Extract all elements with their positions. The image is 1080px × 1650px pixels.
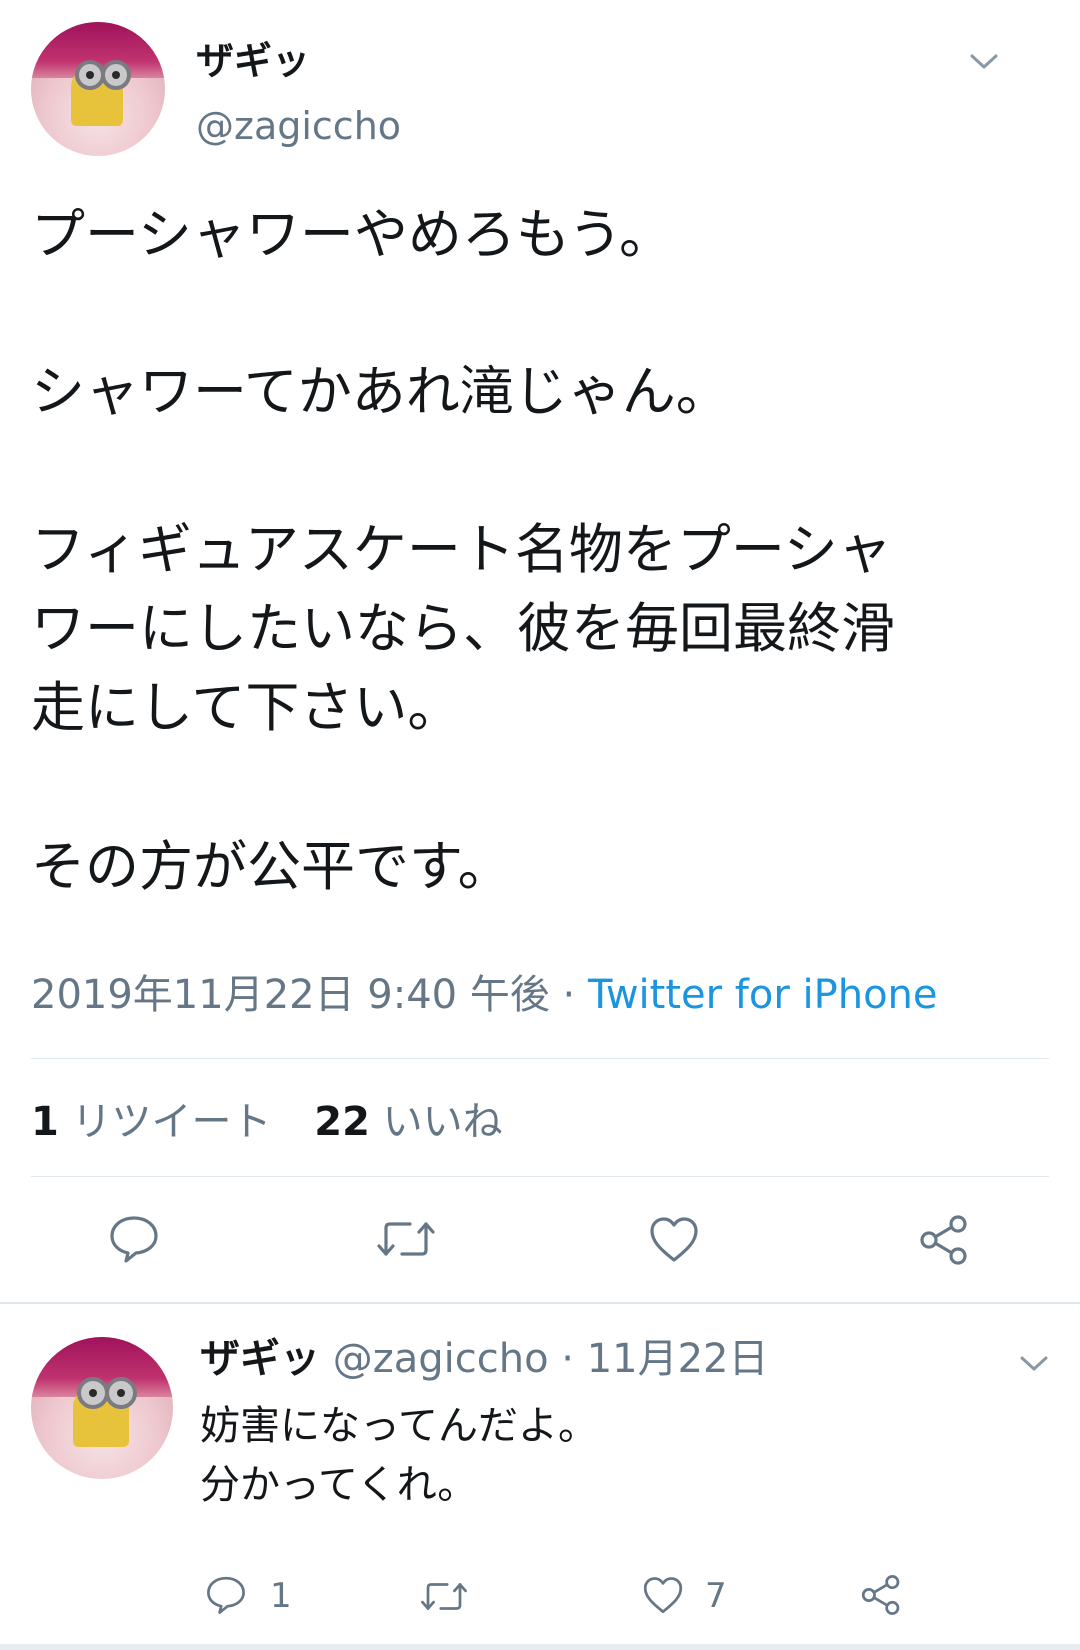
tweet-source-link[interactable]: Twitter for iPhone: [588, 972, 938, 1018]
retweet-icon[interactable]: [376, 1216, 436, 1262]
tweet-timestamp[interactable]: 2019年11月22日 9:40 午後 ·: [31, 972, 588, 1018]
chevron-down-icon[interactable]: [968, 50, 1000, 72]
share-icon[interactable]: [860, 1574, 902, 1616]
tweet-meta: 2019年11月22日 9:40 午後 · Twitter for iPhone: [31, 970, 938, 1020]
like-count-reply: 7: [705, 1576, 727, 1616]
author-avatar[interactable]: [31, 22, 165, 156]
tweet-text-line-3: フィギュアスケート名物をプーシャ: [31, 518, 892, 581]
section-separator: [0, 1302, 1080, 1304]
tweet-text-line-6: その方が公平です。: [31, 835, 512, 898]
reply-display-name[interactable]: ザギッ: [200, 1336, 320, 1382]
share-icon[interactable]: [918, 1214, 970, 1266]
reply-handle[interactable]: @zagiccho: [333, 1336, 549, 1382]
tweet-text-line-1: プーシャワーやめろもう。: [31, 203, 674, 266]
retweet-icon[interactable]: [420, 1578, 468, 1615]
reply-count: 1: [270, 1576, 292, 1616]
divider-1: [31, 1058, 1049, 1059]
retweet-label: リツイート: [71, 1099, 272, 1145]
like-label: いいね: [382, 1099, 503, 1145]
reply-date[interactable]: · 11月22日: [549, 1336, 768, 1382]
retweet-stat[interactable]: 1 リツイート: [31, 1099, 284, 1145]
reply-author-avatar[interactable]: [31, 1337, 173, 1479]
retweet-count: 1: [31, 1099, 59, 1145]
bottom-separator: [0, 1644, 1080, 1650]
like-stat[interactable]: 22 いいね: [314, 1099, 502, 1145]
chevron-down-icon[interactable]: [1018, 1352, 1050, 1374]
avatar-goggle-right: [101, 60, 131, 90]
reply-icon[interactable]: [108, 1214, 160, 1264]
reply-text-line-1: 妨害になってんだよ。: [200, 1403, 598, 1449]
reply-header: ザギッ @zagiccho · 11月22日: [200, 1333, 769, 1385]
author-handle[interactable]: @zagiccho: [196, 103, 401, 149]
tweet-text-line-2: シャワーてかあれ滝じゃん。: [31, 360, 730, 423]
tweet-stats: 1 リツイート 22 いいね: [31, 1097, 503, 1147]
like-count: 22: [314, 1099, 370, 1145]
reply-icon[interactable]: [205, 1575, 247, 1615]
author-display-name[interactable]: ザギッ: [196, 38, 310, 84]
tweet-text-line-5: 走にして下さい。: [31, 676, 462, 739]
like-icon[interactable]: [642, 1576, 684, 1615]
reply-text-line-2: 分かってくれ。: [200, 1462, 478, 1508]
divider-2: [31, 1176, 1049, 1177]
like-icon[interactable]: [648, 1216, 700, 1264]
tweet-text-line-4: ワーにしたいなら、彼を毎回最終滑: [31, 597, 895, 660]
avatar-goggle-right: [105, 1377, 137, 1409]
